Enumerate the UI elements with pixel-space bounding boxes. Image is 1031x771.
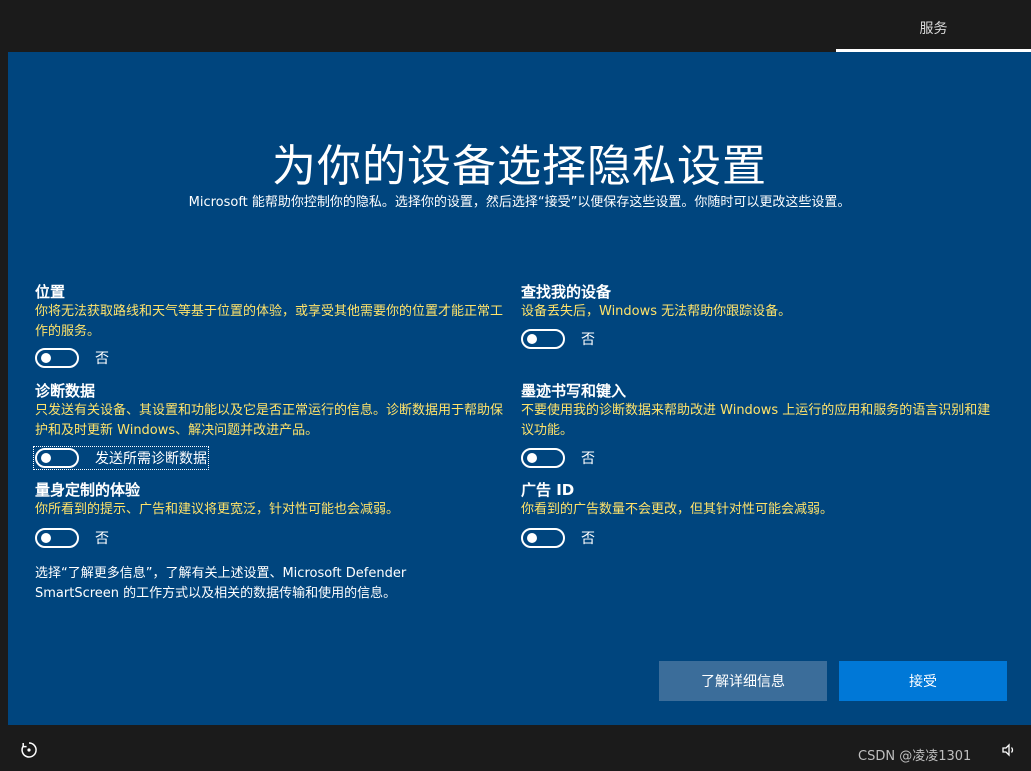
find-device-section: 查找我的设备 设备丢失后，Windows 无法帮助你跟踪设备。 [521,282,991,322]
location-section: 位置 你将无法获取路线和天气等基于位置的体验，或享受其他需要你的位置才能正常工作… [35,282,505,342]
location-title: 位置 [35,283,66,301]
toggle-knob [41,453,51,463]
diagnostics-section: 诊断数据 只发送有关设备、其设置和功能以及它是否正常运行的信息。诊断数据用于帮助… [35,381,505,441]
tailored-toggle-label: 否 [95,531,109,547]
inking-typing-section: 墨迹书写和键入 不要使用我的诊断数据来帮助改进 Windows 上运行的应用和服… [521,381,991,441]
toggle-knob [527,334,537,344]
ad-id-toggle-row: 否 [521,528,595,548]
tailored-experiences-section: 量身定制的体验 你所看到的提示、广告和建议将更宽泛，针对性可能也会减弱。 [35,480,505,520]
tailored-toggle[interactable] [35,528,79,548]
ease-of-access-icon[interactable] [20,741,38,759]
page-subtitle: Microsoft 能帮助你控制你的隐私。选择你的设置，然后选择“接受”以便保存… [188,195,851,210]
location-toggle-label: 否 [95,351,109,367]
bottom-bar: CSDN @凌凌1301 [0,725,1031,771]
inking-toggle-row: 否 [521,448,595,468]
inking-toggle[interactable] [521,448,565,468]
volume-icon[interactable] [1000,741,1018,759]
diagnostics-toggle-label: 发送所需诊断数据 [95,451,207,467]
ad-id-title: 广告 ID [521,481,575,499]
location-description: 你将无法获取路线和天气等基于位置的体验，或享受其他需要你的位置才能正常工作的服务… [35,304,504,339]
find-device-toggle-label: 否 [581,332,595,348]
inking-description: 不要使用我的诊断数据来帮助改进 Windows 上运行的应用和服务的语言识别和建… [521,403,991,438]
privacy-settings-panel: 为你的设备选择隐私设置 Microsoft 能帮助你控制你的隐私。选择你的设置，… [8,52,1031,725]
watermark: CSDN @凌凌1301 [858,749,972,764]
tailored-description: 你所看到的提示、广告和建议将更宽泛，针对性可能也会减弱。 [35,502,400,517]
find-device-title: 查找我的设备 [521,283,612,301]
ad-id-description: 你看到的广告数量不会更改，但其针对性可能会减弱。 [521,502,834,517]
tab-services[interactable]: 服务 [836,0,1031,52]
ad-id-toggle[interactable] [521,528,565,548]
advertising-id-section: 广告 ID 你看到的广告数量不会更改，但其针对性可能会减弱。 [521,480,991,520]
toggle-knob [527,453,537,463]
diagnostics-title: 诊断数据 [35,382,96,400]
accept-button[interactable]: 接受 [839,661,1007,701]
diagnostics-description: 只发送有关设备、其设置和功能以及它是否正常运行的信息。诊断数据用于帮助保护和及时… [35,403,504,438]
diagnostics-toggle-row: 发送所需诊断数据 [33,446,209,470]
diagnostics-toggle[interactable] [35,448,79,468]
learn-more-note: 选择“了解更多信息”，了解有关上述设置、Microsoft Defender S… [35,566,407,601]
learn-more-button[interactable]: 了解详细信息 [659,661,827,701]
inking-toggle-label: 否 [581,451,595,467]
top-bar: 服务 [0,0,1031,52]
tailored-toggle-row: 否 [35,528,109,548]
toggle-knob [527,533,537,543]
location-toggle[interactable] [35,348,79,368]
page-title: 为你的设备选择隐私设置 [272,141,767,192]
find-device-description: 设备丢失后，Windows 无法帮助你跟踪设备。 [521,304,792,319]
tailored-title: 量身定制的体验 [35,481,141,499]
toggle-knob [41,533,51,543]
ad-id-toggle-label: 否 [581,531,595,547]
find-device-toggle[interactable] [521,329,565,349]
location-toggle-row: 否 [35,348,109,368]
find-device-toggle-row: 否 [521,329,595,349]
toggle-knob [41,353,51,363]
inking-title: 墨迹书写和键入 [521,382,627,400]
